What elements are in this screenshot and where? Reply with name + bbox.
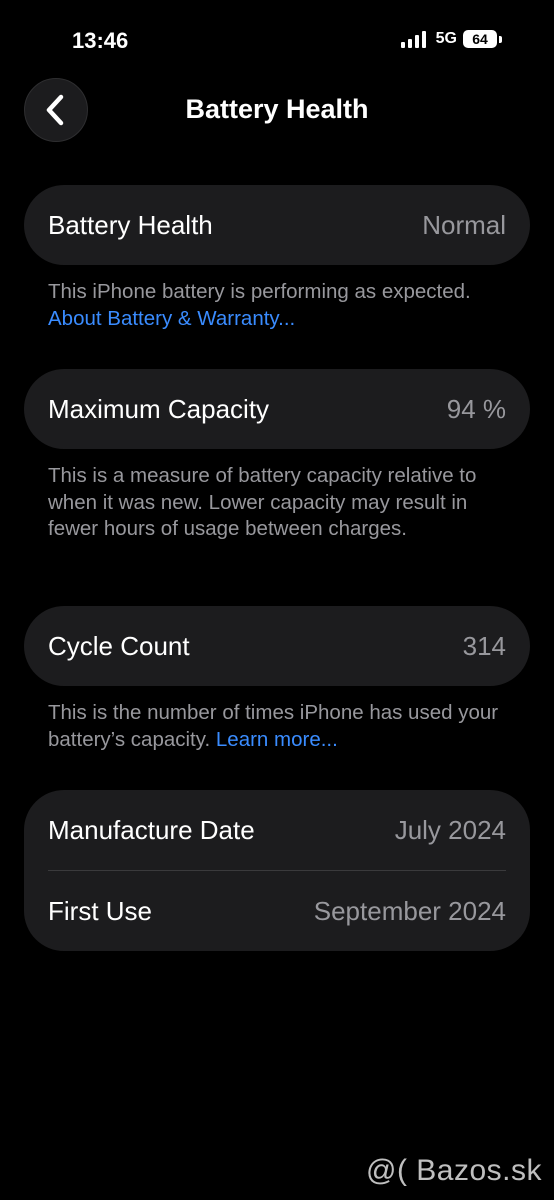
battery-icon: 64 — [463, 30, 502, 48]
status-bar: 13:46 5G 64 — [0, 0, 554, 80]
dates-card: Manufacture Date July 2024 First Use Sep… — [24, 790, 530, 951]
cycle-count-note: This is the number of times iPhone has u… — [48, 700, 518, 753]
about-battery-warranty-link[interactable]: About Battery & Warranty... — [48, 307, 295, 330]
page-title: Battery Health — [185, 94, 369, 124]
manufacture-date-label: Manufacture Date — [48, 814, 255, 845]
manufacture-date-row: Manufacture Date July 2024 — [24, 790, 530, 870]
cellular-signal-icon — [400, 30, 426, 48]
maximum-capacity-note: This is a measure of battery capacity re… — [48, 464, 477, 540]
status-time: 13:46 — [72, 28, 129, 53]
battery-health-value: Normal — [422, 209, 506, 240]
first-use-value: September 2024 — [313, 895, 506, 926]
battery-level: 64 — [463, 30, 497, 48]
battery-health-row: Battery Health Normal — [24, 185, 530, 265]
maximum-capacity-value: 94 % — [446, 393, 506, 424]
network-type: 5G — [435, 30, 457, 47]
watermark: @( Bazos.sk — [366, 1154, 542, 1187]
maximum-capacity-label: Maximum Capacity — [48, 393, 270, 424]
learn-more-link[interactable]: Learn more... — [216, 728, 338, 751]
battery-health-note: This iPhone battery is performing as exp… — [48, 279, 518, 332]
cycle-count-value: 314 — [462, 630, 506, 661]
cycle-count-label: Cycle Count — [48, 630, 190, 661]
first-use-row: First Use September 2024 — [24, 871, 530, 951]
battery-health-label: Battery Health — [48, 209, 213, 240]
navigation-bar: Battery Health — [0, 78, 554, 144]
status-indicators: 5G 64 — [400, 30, 502, 48]
battery-health-note-text: This iPhone battery is performing as exp… — [48, 280, 471, 303]
manufacture-date-value: July 2024 — [394, 814, 506, 845]
cycle-count-row: Cycle Count 314 — [24, 606, 530, 686]
first-use-label: First Use — [48, 895, 152, 926]
maximum-capacity-row: Maximum Capacity 94 % — [24, 369, 530, 449]
maximum-capacity-card: Maximum Capacity 94 % — [24, 369, 530, 449]
cycle-count-card: Cycle Count 314 — [24, 606, 530, 686]
battery-health-card: Battery Health Normal — [24, 185, 530, 265]
